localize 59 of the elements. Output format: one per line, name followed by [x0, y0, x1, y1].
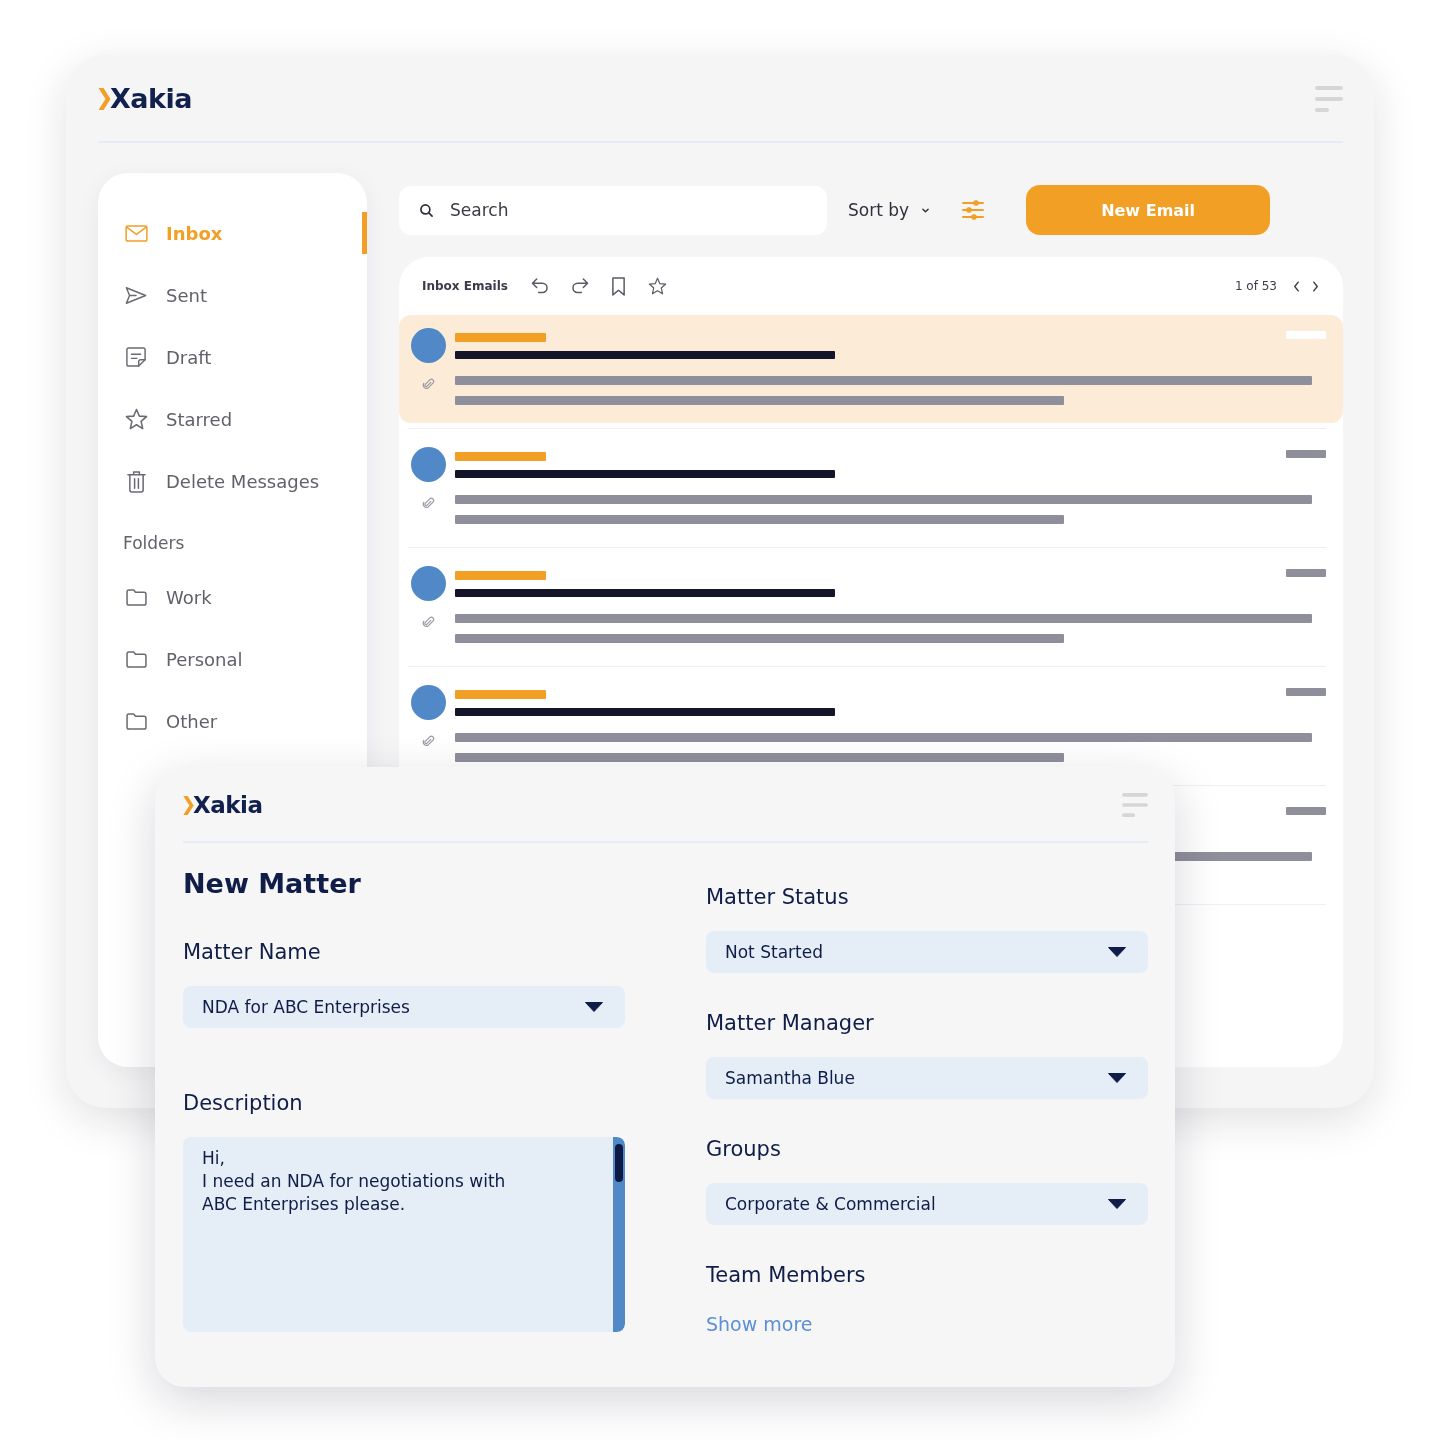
logo: Xakia: [98, 85, 192, 112]
dropdown[interactable]: Not Started: [706, 931, 1148, 973]
dropdown[interactable]: Samantha Blue: [706, 1057, 1148, 1099]
sidebar-item[interactable]: Draft: [98, 336, 367, 378]
search-field[interactable]: Search: [399, 185, 827, 235]
undo-icon[interactable]: [530, 278, 549, 294]
pagination-text: 1 of 53: [1234, 279, 1277, 293]
field-label: Groups: [706, 1136, 781, 1163]
date-skeleton: [1286, 450, 1326, 458]
sidebar-item[interactable]: Other: [98, 700, 367, 742]
date-skeleton: [1286, 569, 1326, 577]
scrollbar[interactable]: [613, 1137, 625, 1332]
search-icon: [420, 203, 433, 217]
field-label: Matter Status: [706, 884, 849, 911]
sidebar-item[interactable]: Work: [98, 576, 367, 618]
logo: Xakia: [183, 793, 263, 817]
paper-plane-icon: [125, 285, 147, 305]
sort-button[interactable]: Sort by: [848, 200, 930, 220]
caret-icon: [1108, 1199, 1126, 1209]
section-heading: Folders: [123, 532, 185, 554]
folder-icon: [125, 712, 147, 730]
folder-icon: [125, 650, 147, 668]
field-label: Matter Name: [183, 939, 321, 966]
sidebar-item[interactable]: Starred: [98, 398, 367, 440]
avatar-icon: [411, 566, 446, 601]
envelope-icon: [124, 224, 148, 242]
bookmark-icon[interactable]: [610, 276, 626, 296]
sidebar-item[interactable]: Delete Messages: [98, 460, 367, 502]
caret-icon: [1108, 1073, 1126, 1083]
date-skeleton: [1286, 688, 1326, 696]
textarea-field[interactable]: Hi, I need an NDA for negotiations with ABC Enterprises please.: [183, 1137, 625, 1332]
caret-icon: [585, 1002, 603, 1012]
field-label: Matter Manager: [706, 1010, 874, 1037]
scrollbar-thumb[interactable]: [615, 1144, 623, 1182]
avatar-icon: [411, 447, 446, 482]
dropdown[interactable]: Corporate & Commercial: [706, 1183, 1148, 1225]
panel-title: Inbox Emails: [422, 279, 508, 293]
folder-icon: [125, 588, 147, 606]
chevron-left-icon[interactable]: [1293, 280, 1300, 292]
sidebar-item[interactable]: Personal: [98, 638, 367, 680]
trash-icon: [126, 469, 146, 493]
avatar-icon: [411, 328, 446, 363]
field-label: Description: [183, 1090, 303, 1117]
dropdown[interactable]: NDA for ABC Enterprises: [183, 986, 625, 1028]
form-title: New Matter: [183, 867, 361, 901]
sidebar-item[interactable]: Sent: [98, 274, 367, 316]
chevron-down-icon: [922, 207, 930, 213]
note-icon: [126, 347, 146, 367]
chevron-right-icon[interactable]: [1312, 280, 1319, 292]
star-icon[interactable]: [647, 277, 667, 295]
sliders-icon[interactable]: [962, 200, 985, 220]
avatar-icon: [411, 685, 446, 720]
caret-icon: [1108, 947, 1126, 957]
redo-icon[interactable]: [570, 278, 589, 294]
star-icon: [124, 408, 148, 430]
date-skeleton: [1286, 807, 1326, 815]
date-skeleton: [1286, 331, 1326, 339]
email-row[interactable]: [399, 315, 1343, 423]
field-label: Team Members: [706, 1262, 866, 1289]
